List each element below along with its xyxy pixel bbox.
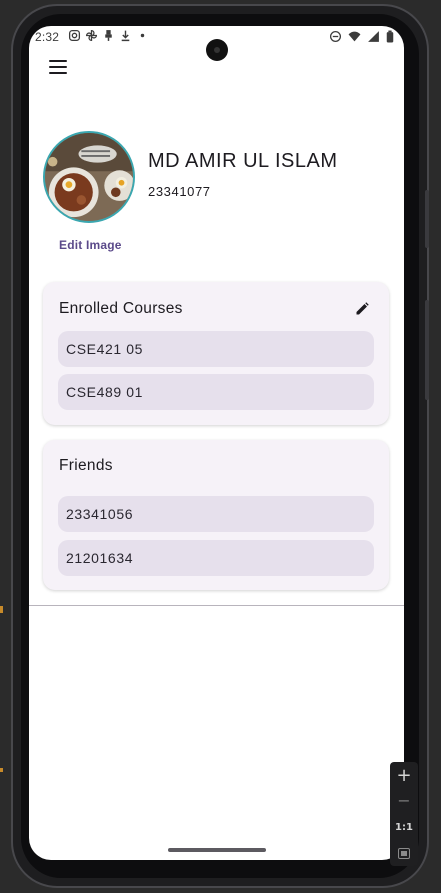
student-id: 23341077 <box>148 184 211 199</box>
actual-size-button[interactable]: 1:1 <box>390 822 418 833</box>
enrolled-courses-title: Enrolled Courses <box>59 300 183 317</box>
hamburger-menu-icon[interactable] <box>47 58 69 76</box>
download-icon <box>121 30 130 42</box>
dnd-icon <box>329 30 342 43</box>
pinwheel-icon <box>85 29 98 42</box>
food-photo <box>45 133 133 221</box>
front-camera <box>206 39 228 61</box>
system-icons <box>329 30 394 43</box>
zoom-out-button[interactable]: − <box>390 791 418 810</box>
notification-icons <box>68 29 149 42</box>
divider <box>29 605 404 606</box>
profile-avatar[interactable] <box>43 131 135 223</box>
power-button[interactable] <box>425 190 429 248</box>
emulator-marker <box>0 606 3 613</box>
course-item[interactable]: CSE421 05 <box>58 331 374 367</box>
pencil-icon[interactable] <box>355 302 369 316</box>
instagram-icon <box>68 29 81 42</box>
volume-button[interactable] <box>425 300 429 400</box>
edit-image-button[interactable]: Edit Image <box>59 238 122 252</box>
enrolled-courses-card: Enrolled Courses CSE421 05 CSE489 01 <box>43 282 389 425</box>
frame-icon[interactable] <box>398 848 410 859</box>
friends-title: Friends <box>59 457 113 474</box>
friends-card: Friends 23341056 21201634 <box>43 440 389 590</box>
usb-icon <box>105 30 112 41</box>
dot-icon <box>140 33 145 38</box>
app-screen: 2:32 MD AMIR UL ISLAM 23341077 Edit Imag… <box>29 26 404 860</box>
battery-icon <box>386 30 394 43</box>
emulator-marker <box>0 768 3 772</box>
emulator-zoom-panel: + − 1:1 <box>390 762 418 866</box>
zoom-in-button[interactable]: + <box>390 765 418 786</box>
user-name: MD AMIR UL ISLAM <box>148 150 338 172</box>
course-item[interactable]: CSE489 01 <box>58 374 374 410</box>
status-time: 2:32 <box>35 30 60 44</box>
home-gesture-bar[interactable] <box>168 848 266 852</box>
friend-item[interactable]: 21201634 <box>58 540 374 576</box>
friend-item[interactable]: 23341056 <box>58 496 374 532</box>
signal-icon <box>368 31 379 42</box>
wifi-icon <box>348 31 361 42</box>
